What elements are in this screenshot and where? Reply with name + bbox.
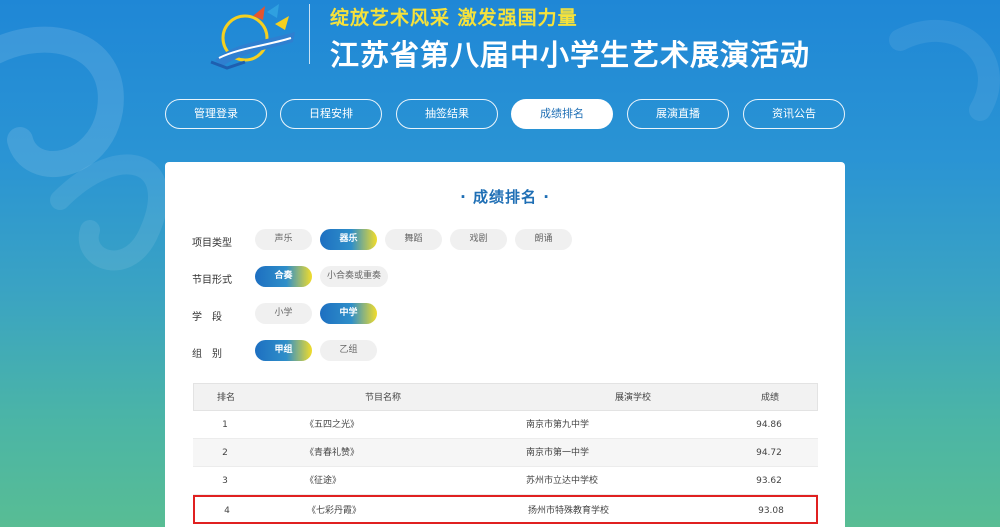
table-header: 排名 节目名称 展演学校 成绩 [193,383,818,411]
filter-option-middle-school[interactable]: 中学 [320,303,377,324]
filter-option-dance[interactable]: 舞蹈 [385,229,442,250]
filter-option-group-b[interactable]: 乙组 [320,340,377,361]
row-school: 南京市第一中学 [526,448,590,458]
header-score: 成绩 [760,393,779,403]
header-program-name: 节目名称 [364,393,401,403]
row-program-name: 《七彩丹霞》 [307,506,362,516]
table-row: 2 《青春礼赞》 南京市第一中学 94.72 [193,439,818,467]
header-divider [309,4,310,64]
filter-option-vocal[interactable]: 声乐 [255,229,312,250]
row-rank: 1 [222,420,228,430]
filter-option-instrumental[interactable]: 器乐 [320,229,377,250]
card-title: · 成绩排名 · [460,188,550,206]
row-school: 苏州市立达中学校 [526,476,599,486]
row-program-name: 《青春礼赞》 [305,448,360,458]
festival-logo [210,4,295,70]
filter-label-program-form: 节目形式 [192,275,232,286]
nav-item-admin-login[interactable]: 管理登录 [165,99,267,129]
row-rank: 3 [222,476,228,486]
row-program-name: 《五四之光》 [305,420,360,430]
filter-option-group-a[interactable]: 甲组 [255,340,312,361]
filter-option-small-ensemble[interactable]: 小合奏或重奏 [320,266,388,287]
filter-option-ensemble[interactable]: 合奏 [255,266,312,287]
ranking-table: 排名 节目名称 展演学校 成绩 1 《五四之光》 南京市第九中学 94.86 2… [193,383,818,524]
row-score: 93.08 [758,506,784,516]
filter-label-group: 组 别 [192,349,222,360]
row-score: 94.86 [756,420,782,430]
table-row: 3 《征途》 苏州市立达中学校 93.62 [193,467,818,495]
filter-option-primary[interactable]: 小学 [255,303,312,324]
ranking-card: · 成绩排名 · 项目类型 声乐 器乐 舞蹈 戏剧 朗诵 节目形式 合奏 小合奏… [165,162,845,527]
row-score: 93.62 [756,476,782,486]
filter-option-drama[interactable]: 戏剧 [450,229,507,250]
header-rank: 排名 [216,393,235,403]
table-row: 1 《五四之光》 南京市第九中学 94.86 [193,411,818,439]
row-school: 南京市第九中学 [526,420,590,430]
page-title: 江苏省第八届中小学生艺术展演活动 [330,38,811,72]
nav-item-live-stream[interactable]: 展演直播 [627,99,729,129]
header-school: 展演学校 [614,393,651,403]
row-rank: 4 [224,506,230,516]
row-rank: 2 [222,448,228,458]
filter-label-project-type: 项目类型 [192,238,232,249]
header-slogan: 绽放艺术风采 激发强国力量 [330,7,578,29]
nav-item-schedule[interactable]: 日程安排 [280,99,382,129]
filter-label-stage: 学 段 [192,312,222,323]
row-school: 扬州市特殊教育学校 [528,506,610,516]
nav-item-ranking[interactable]: 成绩排名 [511,99,613,129]
nav-item-announcements[interactable]: 资讯公告 [743,99,845,129]
site-header: 绽放艺术风采 激发强国力量 江苏省第八届中小学生艺术展演活动 [0,0,1000,90]
nav-item-draw-results[interactable]: 抽签结果 [396,99,498,129]
filter-option-recitation[interactable]: 朗诵 [515,229,572,250]
table-row-highlighted: 4 《七彩丹霞》 扬州市特殊教育学校 93.08 [193,495,818,524]
row-program-name: 《征途》 [305,476,342,486]
main-nav: 管理登录 日程安排 抽签结果 成绩排名 展演直播 资讯公告 [165,99,845,129]
row-score: 94.72 [756,448,782,458]
